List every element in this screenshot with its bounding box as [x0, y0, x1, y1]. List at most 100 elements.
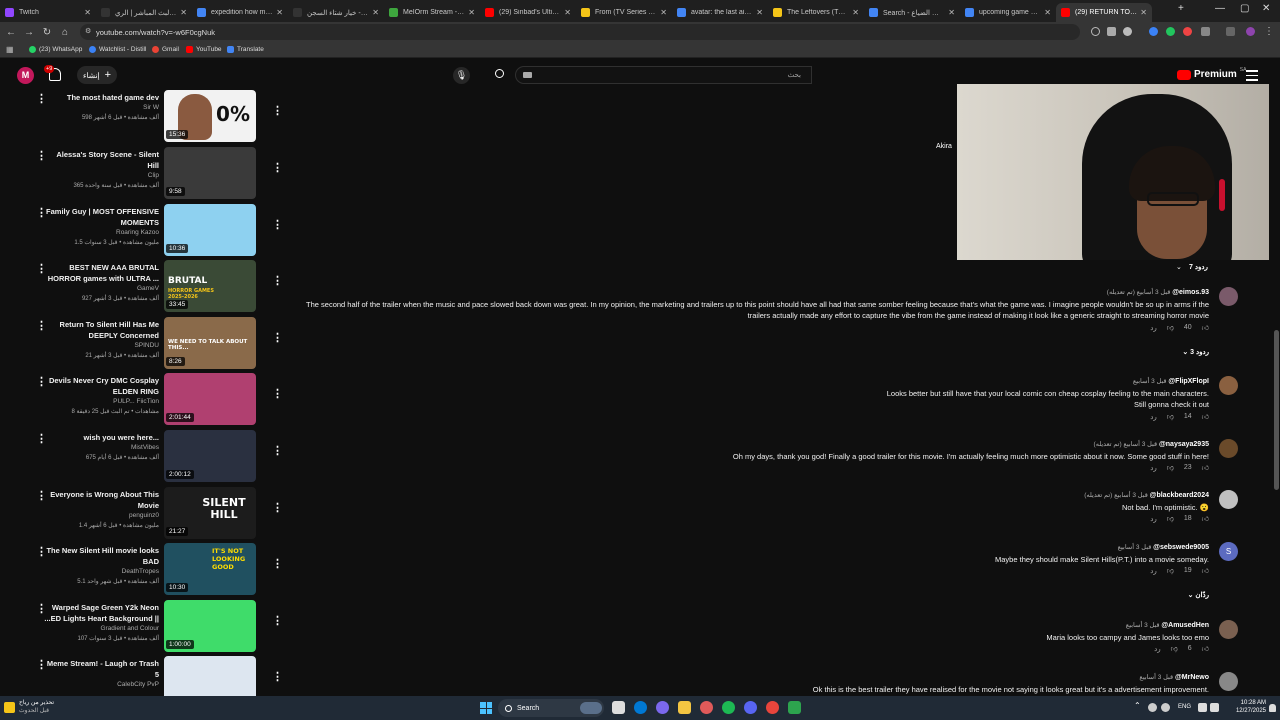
video-more-icon[interactable]: ⋮ [272, 218, 283, 231]
bookmark-whatsapp[interactable]: (23) WhatsApp [29, 46, 82, 53]
replies-toggle[interactable]: ⌄ ردّان [1188, 591, 1209, 599]
guide-menu-icon[interactable] [1246, 70, 1258, 81]
video-title[interactable]: The New Silent Hill movie looks BAD [44, 545, 159, 567]
search-button[interactable] [488, 66, 510, 84]
apps-grid-icon[interactable]: ▦ [6, 45, 14, 54]
taskbar-search[interactable]: Search [498, 699, 604, 717]
video-thumbnail[interactable]: BRUTAL HORROR GAMES 2025-2026 33:45 [164, 260, 256, 312]
commenter-avatar[interactable] [1219, 287, 1238, 306]
reply-button[interactable]: رد [1150, 567, 1157, 575]
browser-tab[interactable]: سجل البث المباشر | الري...✕ [96, 3, 192, 22]
bookmark-distill[interactable]: Watchlist - Distill [89, 46, 146, 53]
channel-name[interactable]: CalebCity PvP [44, 681, 159, 688]
app-red-icon[interactable] [700, 701, 713, 714]
video-title[interactable]: The most hated game dev [44, 92, 159, 103]
browser-tab[interactable]: avatar: the last airben...✕ [672, 3, 768, 22]
volume-icon[interactable] [1210, 703, 1219, 712]
commenter-avatar[interactable] [1219, 490, 1238, 509]
dislike-icon[interactable]: 👎︎ [1167, 566, 1174, 575]
tab-close-icon[interactable]: ✕ [84, 8, 91, 17]
comment-author[interactable]: @eimos.93 [1172, 289, 1209, 296]
dislike-icon[interactable]: 👎︎ [1167, 514, 1174, 523]
like-icon[interactable]: 👍︎ [1202, 644, 1209, 653]
tab-close-icon[interactable]: ✕ [1044, 8, 1051, 17]
comment-author[interactable]: @FlipXFlopI [1168, 378, 1209, 385]
browser-tab[interactable]: (29) Sinbad's Ultimat...✕ [480, 3, 576, 22]
dislike-icon[interactable]: 👎︎ [1167, 412, 1174, 421]
voice-search-icon[interactable]: 🎙 [453, 67, 470, 84]
keyboard-icon[interactable] [523, 72, 532, 78]
start-button[interactable] [480, 702, 492, 714]
reply-button[interactable]: رد [1150, 324, 1157, 332]
video-title[interactable]: wish you were here... [44, 432, 159, 443]
top-replies-toggle[interactable]: 7 ردود [1189, 263, 1208, 271]
browser-menu-icon[interactable]: ⋮ [1262, 26, 1276, 37]
video-more-icon[interactable]: ⋮ [272, 274, 283, 287]
replies-toggle[interactable]: ⌄ 3 ردود [1182, 348, 1209, 356]
home-icon[interactable]: ⌂ [58, 27, 72, 38]
system-clock[interactable]: 10:28 AM 12/27/2025 [1224, 699, 1266, 715]
recommended-video-item[interactable]: ⋮ Meme Stream! - Laugh or Trash 5 CalebCit… [0, 656, 290, 696]
channel-name[interactable]: PULP... FiicTion [44, 398, 159, 405]
channel-name[interactable]: Clip [44, 172, 159, 179]
back-icon[interactable]: ← [4, 27, 18, 38]
browser-tab[interactable]: Search - سنوات الضياع✕ [864, 3, 960, 22]
video-title[interactable]: Warped Sage Green Y2k Neon ...ED Lights … [44, 602, 159, 624]
comment-author[interactable]: @MrNewo [1175, 674, 1209, 681]
tab-close-icon[interactable]: ✕ [756, 8, 763, 17]
tab-close-icon[interactable]: ✕ [180, 8, 187, 17]
profile-avatar-icon[interactable] [1246, 27, 1255, 36]
channel-name[interactable]: penguinz0 [44, 512, 159, 519]
reply-button[interactable]: رد [1150, 464, 1157, 472]
site-info-icon[interactable]: ⚙ [85, 27, 91, 35]
comment-author[interactable]: @blackbeard2024 [1150, 492, 1209, 499]
page-scrollbar[interactable] [1273, 90, 1280, 696]
cast-icon[interactable] [1107, 27, 1116, 36]
video-title[interactable]: BEST NEW AAA BRUTAL HORROR games with UL… [44, 262, 159, 284]
video-thumbnail[interactable]: WE NEED TO TALK ABOUT THIS... 8:26 [164, 317, 256, 369]
search-input[interactable]: بحث [515, 66, 812, 84]
tray-app-icon[interactable] [1161, 703, 1170, 712]
weather-widget[interactable]: تحذير من رياح قبل الحدوث [4, 699, 54, 715]
tab-close-icon[interactable]: ✕ [1140, 8, 1147, 17]
comment-author[interactable]: @AmusedHen [1161, 622, 1209, 629]
chrome-icon[interactable] [766, 701, 779, 714]
video-title[interactable]: Family Guy | MOST OFFENSIVE MOMENTS [44, 206, 159, 228]
recommended-video-item[interactable]: ⋮ wish you were here... MistVibes 675 ألف م… [0, 430, 290, 486]
tab-close-icon[interactable]: ✕ [468, 8, 475, 17]
recommended-video-item[interactable]: ⋮ Devils Never Cry DMC Cosplay ELDEN RING… [0, 373, 290, 429]
video-title[interactable]: Alessa's Story Scene - Silent Hill [44, 149, 159, 171]
extension-red-icon[interactable] [1183, 27, 1192, 36]
channel-name[interactable]: MistVibes [44, 444, 159, 451]
browser-tab[interactable]: Twitch ✕ [0, 3, 96, 22]
reply-button[interactable]: رد [1154, 645, 1161, 653]
video-thumbnail[interactable]: 10:36 [164, 204, 256, 256]
commenter-avatar[interactable] [1219, 672, 1238, 691]
comment-author[interactable]: @sebswede9005 [1153, 544, 1209, 551]
video-thumbnail[interactable]: 9:58 [164, 147, 256, 199]
channel-name[interactable]: Gradient and Colour [44, 625, 159, 632]
recommended-video-item[interactable]: ⋮ Everyone is Wrong About This Movie pengu… [0, 487, 290, 543]
browser-tab[interactable]: expedition how many...✕ [192, 3, 288, 22]
tray-chevron-icon[interactable]: ⌃ [1134, 701, 1141, 710]
tab-close-icon[interactable]: ✕ [852, 8, 859, 17]
video-thumbnail[interactable]: SILENT HILL 21:27 [164, 487, 256, 539]
bookmark-gmail[interactable]: Gmail [152, 46, 179, 53]
chevron-down-icon[interactable]: ⌄ [1176, 263, 1182, 271]
extension-green-icon[interactable] [1166, 27, 1175, 36]
file-explorer-icon[interactable] [678, 701, 691, 714]
tab-close-icon[interactable]: ✕ [948, 8, 955, 17]
browser-tab[interactable]: upcoming game adap...✕ [960, 3, 1056, 22]
commenter-avatar[interactable]: S [1219, 542, 1238, 561]
channel-name[interactable]: GameV [44, 285, 159, 292]
reply-button[interactable]: رد [1150, 413, 1157, 421]
recommended-video-item[interactable]: ⋮ The New Silent Hill movie looks BAD Deat… [0, 543, 290, 599]
maximize-icon[interactable]: ▢ [1240, 3, 1249, 14]
like-icon[interactable]: 👍︎ [1202, 463, 1209, 472]
create-button[interactable]: إنشاء + [77, 66, 117, 84]
channel-name[interactable]: Sir W [44, 104, 159, 111]
channel-name[interactable]: SPINDU [44, 342, 159, 349]
extensions-puzzle-icon[interactable] [1201, 27, 1210, 36]
recommended-video-item[interactable]: ⋮ Family Guy | MOST OFFENSIVE MOMENTS Roar… [0, 204, 290, 260]
browser-tab[interactable]: كرتيز - خيار شتاء السجن...✕ [288, 3, 384, 22]
